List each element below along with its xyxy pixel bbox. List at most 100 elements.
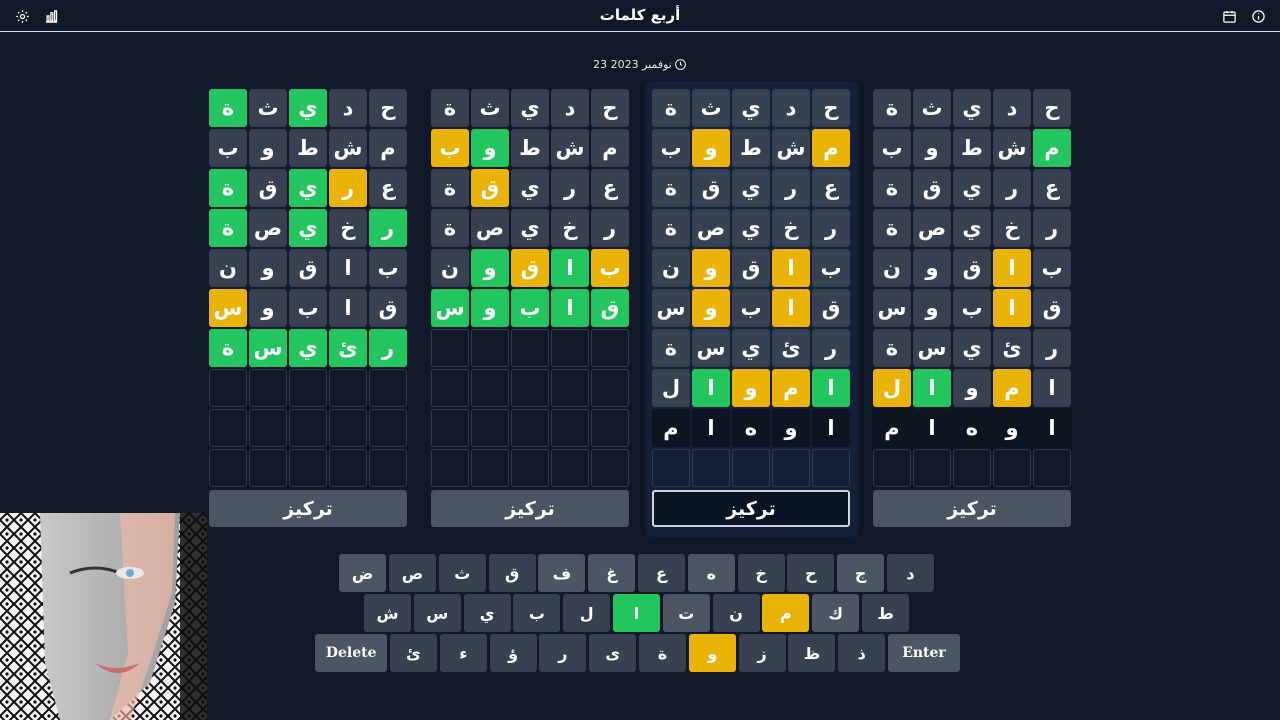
board-tile: و — [953, 369, 991, 407]
board-tile: ن — [431, 249, 469, 287]
board-tile — [953, 449, 991, 487]
info-icon[interactable] — [1250, 8, 1266, 24]
keyboard-key[interactable]: ف — [538, 554, 586, 592]
keyboard-key[interactable]: ى — [589, 634, 637, 672]
board-tile — [511, 329, 549, 367]
board-tile: ا — [993, 249, 1031, 287]
keyboard-key[interactable]: ح — [787, 554, 835, 592]
keyboard-key[interactable]: ه — [687, 554, 735, 592]
board-tile: ر — [369, 209, 407, 247]
board-tile — [289, 409, 327, 447]
keyboard-key[interactable]: ز — [738, 634, 786, 672]
keyboard-key[interactable]: و — [688, 634, 736, 672]
keyboard-key[interactable]: م — [762, 594, 810, 632]
board-tile: ش — [329, 129, 367, 167]
board-tile: ا — [1033, 369, 1071, 407]
keyboard-key[interactable]: ث — [438, 554, 486, 592]
board-tile: ة — [652, 89, 690, 127]
board-tile: م — [1033, 129, 1071, 167]
keyboard-key[interactable]: ي — [463, 594, 511, 632]
board-tile — [551, 369, 589, 407]
board-tile — [431, 409, 469, 447]
board-1: حديثةمشطوبعريقةرخيصةباقونقابوسرئيسة تركي… — [209, 89, 409, 527]
board-tile: ي — [953, 169, 991, 207]
focus-button[interactable]: تركيز — [873, 490, 1071, 527]
board-tile: ي — [289, 89, 327, 127]
board-tile: ة — [652, 329, 690, 367]
keyboard-key[interactable]: ؤ — [489, 634, 537, 672]
keyboard-key[interactable]: غ — [588, 554, 636, 592]
board-tile — [329, 449, 367, 487]
keyboard-key[interactable]: ج — [837, 554, 885, 592]
board-tile: ق — [1033, 289, 1071, 327]
enter-key[interactable]: Enter — [888, 634, 960, 672]
board-tile — [551, 329, 589, 367]
board-tile: ح — [369, 89, 407, 127]
board-tile: م — [369, 129, 407, 167]
board-tile: ب — [652, 129, 690, 167]
board-tile: ي — [289, 169, 327, 207]
board-tile: خ — [772, 209, 810, 247]
keyboard-key[interactable]: ش — [364, 594, 411, 632]
delete-key[interactable]: Delete — [315, 634, 388, 672]
board-tile: ي — [732, 89, 770, 127]
keyboard-key[interactable]: ع — [638, 554, 685, 592]
keyboard-key[interactable]: ب — [513, 594, 561, 632]
board-tile — [209, 369, 247, 407]
board-tile — [812, 449, 850, 487]
board-tile: س — [913, 329, 951, 367]
keyboard-key[interactable]: ء — [439, 634, 487, 672]
board-2: حديثةمشطوبعريقةرخيصةباقونقابوس تركيز — [431, 89, 631, 527]
board-tile: ط — [953, 129, 991, 167]
board-tile: ح — [1033, 89, 1071, 127]
focus-button[interactable]: تركيز — [652, 490, 850, 527]
keyboard-key[interactable]: ئ — [390, 634, 437, 672]
board-tile: ر — [772, 169, 810, 207]
board-tile: ق — [953, 249, 991, 287]
board-tile: ب — [953, 289, 991, 327]
board-tile: ا — [812, 409, 850, 447]
keyboard-key[interactable]: ن — [712, 594, 760, 632]
keyboard-key[interactable]: س — [413, 594, 461, 632]
board-tile: ب — [591, 249, 629, 287]
board-tile: خ — [993, 209, 1031, 247]
board-tile: ح — [812, 89, 850, 127]
keyboard-key[interactable]: ص — [389, 554, 436, 592]
board-tile: ئ — [993, 329, 1031, 367]
board-tile — [431, 329, 469, 367]
board-tile — [732, 449, 770, 487]
board-tile: ن — [873, 249, 911, 287]
keyboard-key[interactable]: ر — [539, 634, 587, 672]
board-tile: ق — [913, 169, 951, 207]
calendar-icon[interactable] — [1221, 8, 1237, 24]
board-tile — [471, 329, 509, 367]
board-tile: ع — [369, 169, 407, 207]
board-tile: ق — [812, 289, 850, 327]
board-tile: س — [692, 329, 730, 367]
focus-button[interactable]: تركيز — [209, 490, 407, 527]
focus-button[interactable]: تركيز — [431, 490, 629, 527]
profile-photo — [0, 513, 207, 720]
board-tile: ق — [591, 289, 629, 327]
board-tile: و — [249, 289, 287, 327]
keyboard-key[interactable]: ك — [812, 594, 860, 632]
board-tile — [551, 449, 589, 487]
keyboard-key[interactable]: ة — [639, 634, 686, 672]
keyboard-key[interactable]: ق — [488, 554, 536, 592]
board-tile: ا — [812, 369, 850, 407]
keyboard-key[interactable]: ض — [339, 554, 387, 592]
board-tile — [591, 329, 629, 367]
board-tile: ع — [591, 169, 629, 207]
board-tile: م — [772, 369, 810, 407]
keyboard-key[interactable]: ظ — [788, 634, 836, 672]
keyboard-key[interactable]: ت — [662, 594, 710, 632]
keyboard-key[interactable]: خ — [737, 554, 785, 592]
keyboard-key[interactable]: ط — [862, 594, 909, 632]
board-tile: ط — [732, 129, 770, 167]
keyboard-key[interactable]: د — [887, 554, 934, 592]
board-tile: ص — [471, 209, 509, 247]
keyboard-key[interactable]: ا — [613, 594, 660, 632]
keyboard-key[interactable]: ل — [563, 594, 611, 632]
keyboard-key[interactable]: ذ — [838, 634, 886, 672]
board-tile: ث — [471, 89, 509, 127]
